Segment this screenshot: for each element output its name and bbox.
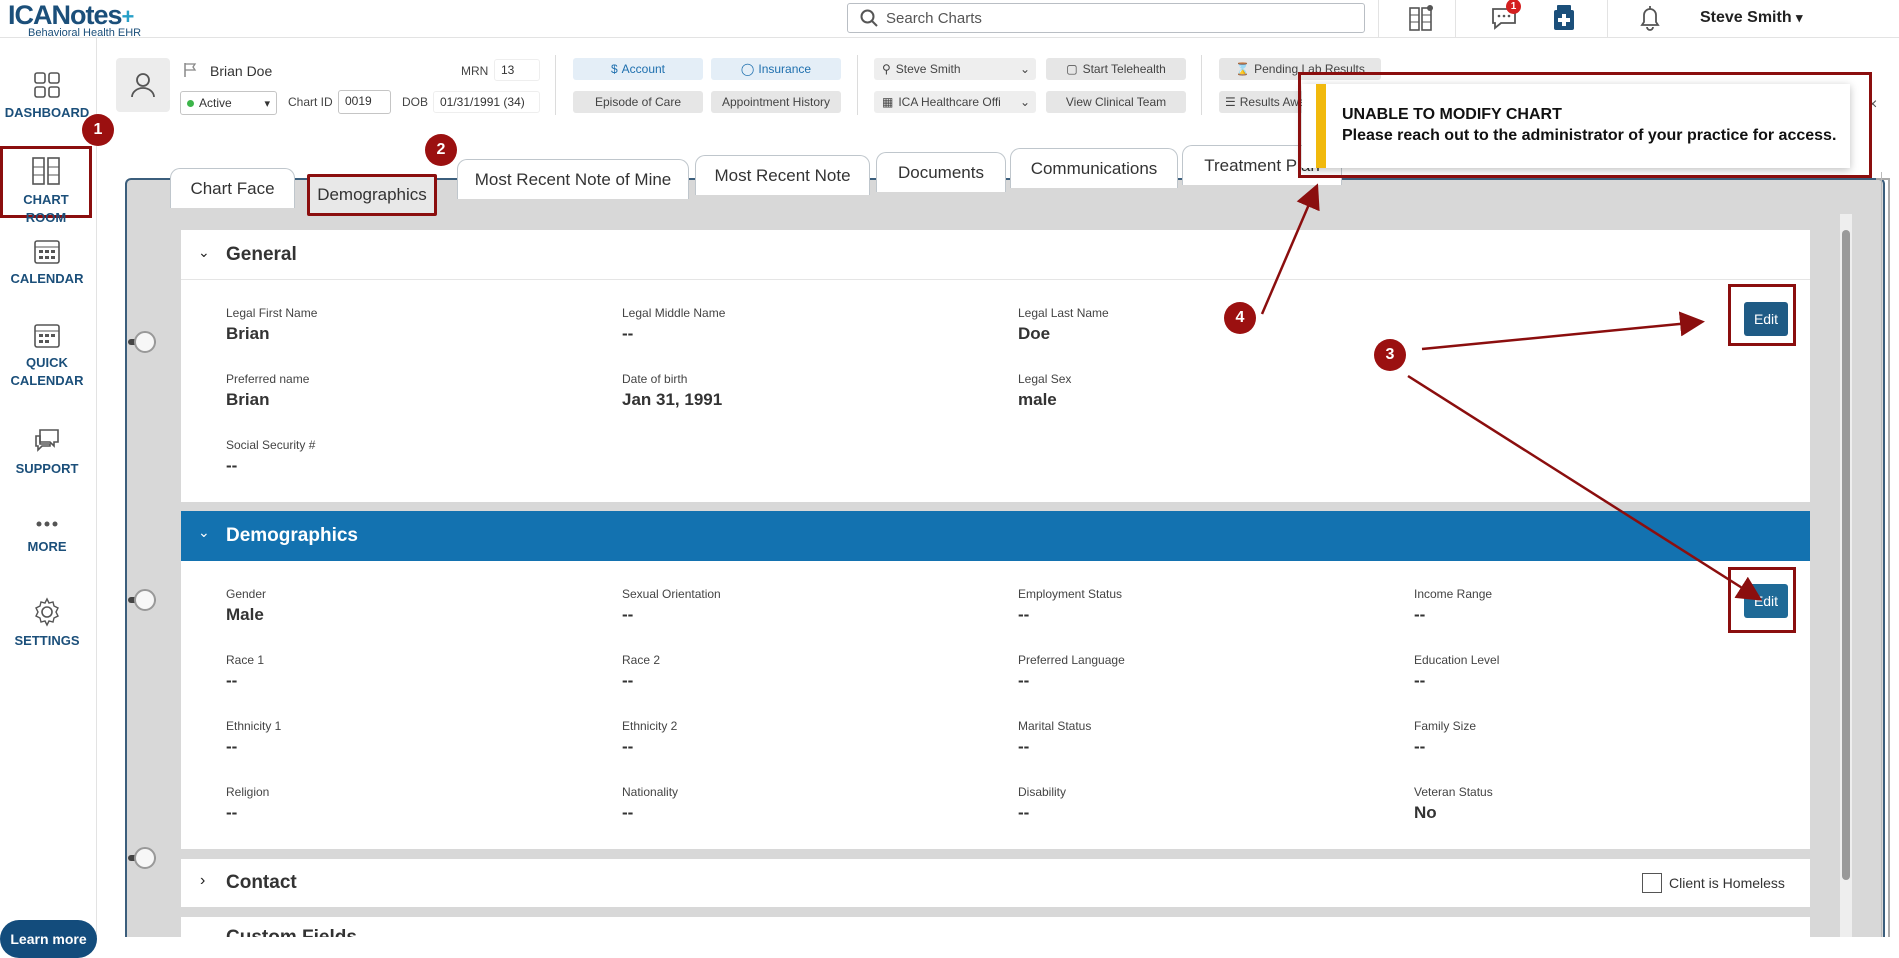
arrow-to-demographics-edit bbox=[1407, 374, 1763, 601]
annotation-marker-3: 3 bbox=[1374, 339, 1406, 371]
arrow-to-general-edit bbox=[1421, 311, 1705, 351]
annotation-marker-4: 4 bbox=[1224, 302, 1256, 334]
arrow-to-toast bbox=[1260, 183, 1320, 315]
annotation-arrows bbox=[1260, 183, 1763, 601]
